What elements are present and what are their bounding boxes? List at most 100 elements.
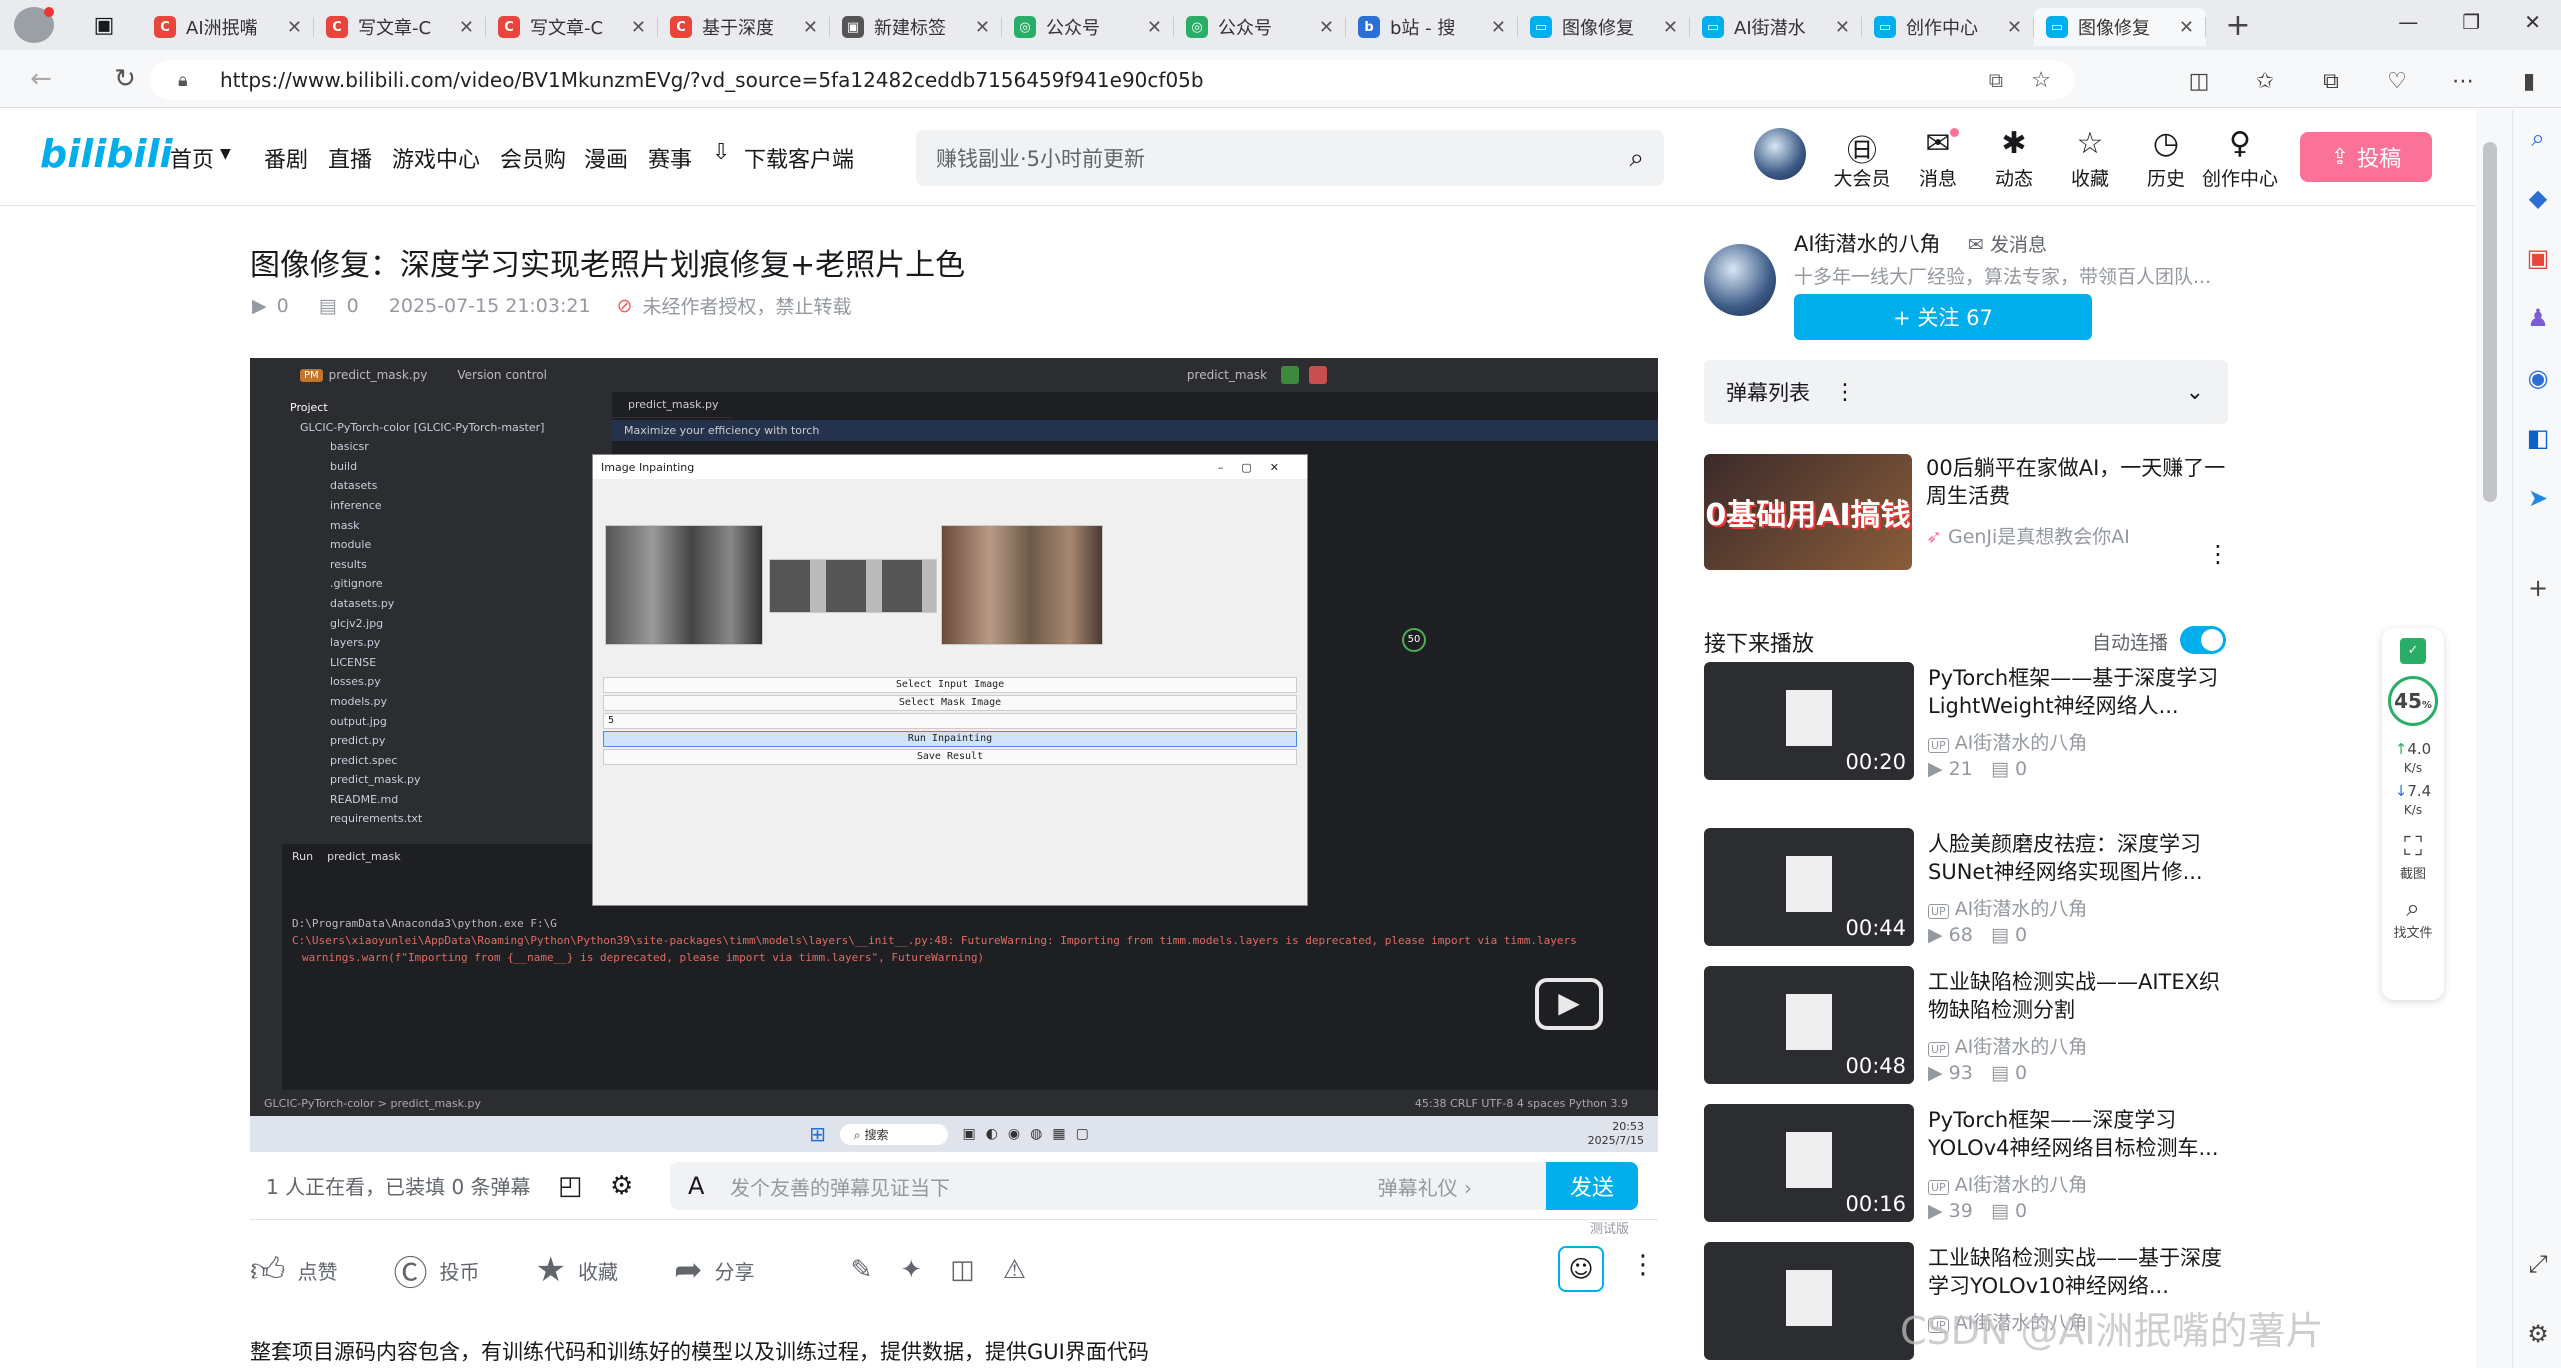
sidebar-copilot-icon[interactable]: ◉ — [2523, 364, 2553, 394]
danmaku-input[interactable]: A 发个友善的弹幕见证当下 弹幕礼仪 › — [670, 1162, 1578, 1210]
header-favorites[interactable]: ☆ 收藏 — [2058, 126, 2122, 191]
header-creator-center[interactable]: ♀ 创作中心 — [2200, 126, 2280, 191]
video-title[interactable]: 人脸美颜磨皮祛痘：深度学习SUNet神经网络实现图片修... — [1928, 830, 2228, 886]
new-tab-button[interactable]: + — [2218, 8, 2258, 43]
more-menu-icon[interactable]: ⋯ — [2448, 66, 2478, 96]
refresh-icon[interactable]: ↻ — [104, 58, 146, 100]
tab-actions-icon[interactable]: ▣ — [82, 13, 126, 38]
browser-tab[interactable]: C 写文章-C ✕ — [486, 8, 658, 46]
uploader-avatar[interactable] — [1704, 244, 1776, 316]
nav-manga[interactable]: 漫画 — [584, 142, 628, 174]
favorite-button[interactable]: ★ 收藏 — [536, 1250, 618, 1290]
danmaku-toggle-icon[interactable]: ◰ — [558, 1171, 583, 1201]
video-title[interactable]: PyTorch框架——基于深度学习LightWeight神经网络人... — [1928, 664, 2228, 720]
header-messages[interactable]: ✉ 消息 — [1906, 126, 1970, 191]
sidebar-toolbox-icon[interactable]: ▣ — [2523, 244, 2553, 274]
tab-close-icon[interactable]: ✕ — [459, 17, 474, 38]
user-avatar[interactable] — [1754, 128, 1806, 180]
video-player[interactable]: PM predict_mask.py Version control predi… — [250, 358, 1658, 1152]
nav-member-shop[interactable]: 会员购 — [500, 142, 566, 174]
video-thumbnail[interactable]: 00:48 — [1704, 966, 1914, 1084]
header-history[interactable]: ◷ 历史 — [2134, 126, 2198, 191]
screenshot-tool[interactable]: ⛶ 截图 — [2382, 832, 2444, 882]
more-vertical-icon[interactable]: ⋮ — [2206, 540, 2230, 568]
tab-close-icon[interactable]: ✕ — [287, 17, 302, 38]
tab-close-icon[interactable]: ✕ — [2179, 17, 2194, 38]
coin-button[interactable]: Ⓒ 投币 — [394, 1246, 480, 1295]
video-author[interactable]: UP AI街潜水的八角 — [1928, 728, 2087, 755]
tab-close-icon[interactable]: ✕ — [1147, 17, 1162, 38]
tab-close-icon[interactable]: ✕ — [1491, 17, 1506, 38]
tab-close-icon[interactable]: ✕ — [975, 17, 990, 38]
sidebar-settings-icon[interactable]: ⚙ — [2523, 1320, 2553, 1350]
memory-gauge[interactable]: 45% — [2388, 676, 2438, 726]
close-icon[interactable]: ✕ — [2524, 10, 2541, 34]
browser-tab[interactable]: C 写文章-C ✕ — [314, 8, 486, 46]
scrollbar-thumb[interactable] — [2483, 142, 2497, 502]
tab-close-icon[interactable]: ✕ — [803, 17, 818, 38]
browser-tab[interactable]: ◎ 公众号 ✕ — [1002, 8, 1174, 46]
sidebar-games-icon[interactable]: ♟ — [2523, 304, 2553, 334]
browser-essentials-icon[interactable]: ♡ — [2382, 66, 2412, 96]
nav-anime[interactable]: 番剧 — [264, 142, 308, 174]
url-bar[interactable]: 🔒︎ https://www.bilibili.com/video/BV1Mku… — [150, 60, 2075, 100]
more-vertical-icon[interactable]: ⋮ — [1834, 380, 1856, 405]
split-screen-icon[interactable]: ◫ — [2184, 66, 2214, 96]
app-install-icon[interactable]: ⧉ — [1989, 68, 2003, 92]
video-author[interactable]: UP AI街潜水的八角 — [1928, 1032, 2087, 1059]
more-vertical-icon[interactable]: ⋮ — [1630, 1250, 1656, 1280]
browser-tab[interactable]: ▭ AI街潜水 ✕ — [1690, 8, 1862, 46]
browser-tab[interactable]: ▣ 新建标签 ✕ — [830, 8, 1002, 46]
profile-avatar[interactable] — [14, 7, 54, 43]
autoplay-toggle[interactable] — [2180, 626, 2226, 654]
danmaku-etiquette-link[interactable]: 弹幕礼仪 › — [1378, 1172, 1472, 1201]
tab-close-icon[interactable]: ✕ — [631, 17, 646, 38]
find-file-tool[interactable]: ⌕ 找文件 — [2382, 894, 2444, 941]
bilibili-logo[interactable]: bilibili — [40, 132, 173, 176]
browser-tab[interactable]: ▭ 图像修复 ✕ — [1518, 8, 1690, 46]
recommended-video[interactable]: 00:44 人脸美颜磨皮祛痘：深度学习SUNet神经网络实现图片修... UP AI街… — [1704, 828, 2228, 950]
tab-close-icon[interactable]: ✕ — [1663, 17, 1678, 38]
video-thumbnail[interactable] — [1704, 1242, 1914, 1360]
browser-tab[interactable]: C 基于深度 ✕ — [658, 8, 830, 46]
share-button[interactable]: ➦ 分享 — [674, 1250, 755, 1290]
tab-close-icon[interactable]: ✕ — [1319, 17, 1334, 38]
tab-close-icon[interactable]: ✕ — [2007, 17, 2022, 38]
nav-download-client[interactable]: 下载客户端 — [744, 142, 854, 174]
sidebar-send-icon[interactable]: ➤ — [2523, 484, 2553, 514]
header-vip[interactable]: ㊐大会员 — [1830, 126, 1894, 191]
video-title[interactable]: 工业缺陷检测实战——AITEX织物缺陷检测分割 — [1928, 968, 2228, 1024]
sidebar-expand-icon[interactable]: ⤢ — [2523, 1250, 2553, 1280]
sidebar-add-icon[interactable]: + — [2523, 574, 2553, 604]
collections-icon[interactable]: ⧉ — [2316, 66, 2346, 96]
send-message-link[interactable]: ✉ 发消息 — [1968, 230, 2047, 257]
video-thumbnail[interactable]: 00:16 — [1704, 1104, 1914, 1222]
favorites-icon[interactable]: ✩ — [2250, 66, 2280, 96]
back-icon[interactable]: ← — [20, 58, 62, 100]
video-thumbnail[interactable]: 00:44 — [1704, 828, 1914, 946]
restore-icon[interactable]: ❐ — [2462, 10, 2480, 34]
send-danmaku-button[interactable]: 发送 — [1546, 1162, 1638, 1210]
upload-button[interactable]: ⇪ 投稿 — [2300, 132, 2432, 182]
nav-esports[interactable]: 赛事 — [648, 142, 692, 174]
uploader-name[interactable]: AI街潜水的八角 — [1794, 228, 1941, 258]
sidebar-search-icon[interactable]: ⌕ — [2523, 124, 2553, 154]
nav-home[interactable]: 首页 — [170, 142, 214, 174]
tab-close-icon[interactable]: ✕ — [1835, 17, 1850, 38]
nav-live[interactable]: 直播 — [328, 142, 372, 174]
font-style-icon[interactable]: A — [688, 1172, 704, 1200]
sidebar-outlook-icon[interactable]: ◧ — [2523, 424, 2553, 454]
bookmark-star-icon[interactable]: ☆ — [2031, 68, 2051, 93]
browser-tab[interactable]: ▭ 图像修复 ✕ — [2034, 8, 2206, 46]
chart-icon[interactable]: ◫ — [950, 1255, 975, 1285]
recommended-video[interactable]: 00:20 PyTorch框架——基于深度学习LightWeight神经网络人..… — [1704, 662, 2228, 784]
browser-tab[interactable]: ▭ 创作中心 ✕ — [1862, 8, 2034, 46]
ai-assistant-icon[interactable]: ☺ — [1558, 1246, 1604, 1292]
sidebar-tag-icon[interactable]: ◆ — [2523, 184, 2553, 214]
like-button[interactable]: 👍︎ 点赞 — [250, 1250, 338, 1291]
minimize-icon[interactable]: — — [2398, 10, 2418, 34]
search-icon[interactable]: ⌕ — [1629, 143, 1644, 174]
ad-thumbnail[interactable]: 0基础用AI搞钱 — [1704, 454, 1912, 570]
edit-note-icon[interactable]: ✎ — [851, 1255, 873, 1285]
nav-game-center[interactable]: 游戏中心 — [392, 142, 480, 174]
